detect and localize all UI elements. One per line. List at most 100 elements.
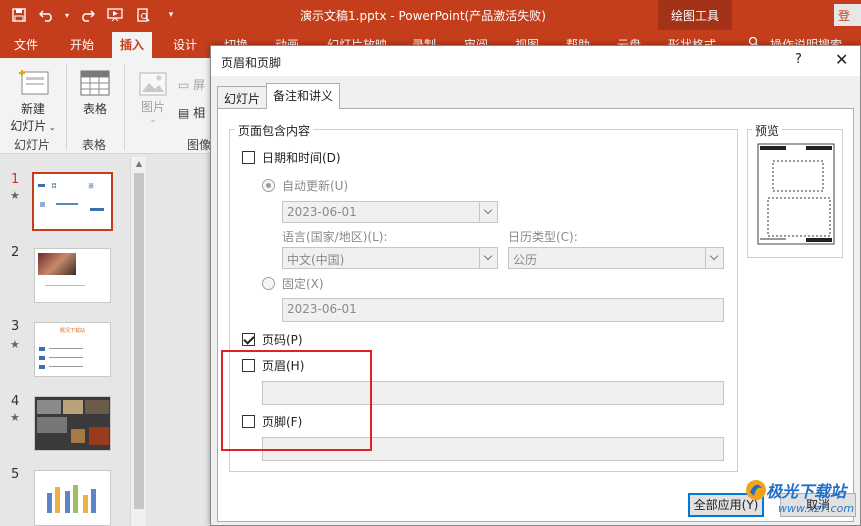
preview-box — [747, 129, 843, 258]
include-on-page-label: 页面包含内容 — [235, 122, 314, 139]
scroll-up-icon[interactable]: ▲ — [131, 157, 147, 171]
chevron-down-icon — [479, 202, 497, 222]
slide-thumbnail-5[interactable] — [34, 470, 111, 526]
slide1-title-left: 目 — [51, 183, 58, 190]
close-icon[interactable]: ✕ — [835, 50, 848, 69]
tab-insert[interactable]: 插入 — [112, 32, 153, 58]
group-label-table: 表格 — [82, 138, 107, 152]
title-bar: ▾ ▾ 演示文稿1.pptx - PowerPoint(产品激活失败) 绘图工具… — [0, 0, 861, 30]
table-button[interactable]: 表格 — [72, 62, 118, 117]
slide3-bullet — [39, 347, 45, 351]
watermark-logo-icon — [746, 480, 766, 500]
login-button[interactable]: 登 — [834, 4, 861, 26]
chevron-down-icon — [479, 248, 497, 268]
slide2-text-line — [45, 285, 85, 286]
slide-thumbnail-3[interactable]: 概况下载站 — [34, 322, 111, 377]
save-icon[interactable] — [6, 4, 32, 26]
slide4-photo — [37, 417, 67, 433]
site-watermark: 极光下载站 www.xz7.com — [744, 474, 861, 526]
slide3-bullet — [39, 365, 45, 369]
fixed-date-radio[interactable] — [262, 277, 275, 290]
slide5-chart-bar — [65, 491, 70, 513]
screenshot-label: 屏 — [193, 78, 206, 92]
calendar-type-label: 日历类型(C): — [508, 230, 578, 244]
slide-thumbnail-4[interactable] — [34, 396, 111, 451]
tab-design[interactable]: 设计 — [173, 36, 197, 53]
table-icon — [80, 70, 110, 96]
slide-thumbnail-1[interactable]: 目 录 — [32, 172, 113, 231]
slide-number-4: 4 — [11, 394, 20, 409]
preview-page-icon — [757, 143, 835, 245]
print-preview-icon[interactable] — [130, 4, 156, 26]
photo-album-icon: ▤ — [178, 106, 190, 120]
start-slideshow-icon[interactable] — [102, 4, 128, 26]
new-slide-button[interactable]: 新建 幻灯片 ⌄ — [6, 62, 60, 134]
slide2-photo — [38, 253, 76, 275]
slide3-text-line — [49, 348, 83, 349]
page-number-checkbox[interactable] — [242, 333, 255, 346]
slide3-text-line — [49, 357, 83, 358]
slide-number-2: 2 — [11, 245, 20, 260]
watermark-brand: 极光下载站 — [766, 482, 847, 501]
picture-label: 图片 — [140, 100, 165, 114]
fixed-date-label[interactable]: 固定(X) — [282, 275, 324, 292]
language-select[interactable]: 中文(中国) — [282, 247, 498, 269]
new-slide-icon — [16, 68, 50, 96]
preview-label: 预览 — [752, 122, 783, 139]
slide3-title: 概况下载站 — [60, 328, 86, 334]
date-time-checkbox[interactable] — [242, 151, 255, 164]
thumbnail-scrollbar[interactable]: ▲ — [130, 157, 146, 526]
fixed-date-input[interactable]: 2023-06-01 — [282, 298, 724, 322]
ribbon-separator — [66, 64, 67, 150]
slide-transition-star-icon: ★ — [10, 338, 20, 351]
slide5-chart-bar — [91, 489, 96, 513]
dialog-title-bar: 页眉和页脚 ? ✕ — [211, 46, 860, 76]
tab-notes-handouts[interactable]: 备注和讲义 — [266, 83, 341, 109]
picture-button[interactable]: 图片 ⌄ — [130, 62, 176, 124]
slide4-photo — [89, 427, 109, 445]
slide4-photo — [71, 429, 85, 443]
slide1-decoration — [40, 202, 45, 207]
slide3-text-line — [49, 366, 83, 367]
slide-thumbnail-2[interactable] — [34, 248, 111, 303]
scrollbar-thumb[interactable] — [134, 173, 144, 509]
slide4-photo — [37, 400, 61, 414]
tab-home[interactable]: 开始 — [70, 36, 94, 53]
slide-transition-star-icon: ★ — [10, 411, 20, 424]
slide-number-1: 1 — [11, 172, 20, 187]
new-slide-label-2: 幻灯片 ⌄ — [6, 117, 60, 134]
redo-icon[interactable] — [74, 4, 100, 26]
fixed-date-value: 2023-06-01 — [287, 302, 357, 316]
group-label-images: 图像 — [187, 138, 212, 152]
slide1-title-right: 录 — [88, 183, 95, 190]
slide3-bullet — [39, 356, 45, 360]
undo-icon[interactable] — [34, 4, 60, 26]
page-number-label[interactable]: 页码(P) — [262, 331, 303, 348]
highlight-box — [221, 350, 372, 451]
help-icon[interactable]: ? — [795, 52, 802, 67]
auto-update-label[interactable]: 自动更新(U) — [282, 177, 348, 194]
screenshot-button[interactable]: ▭ 屏 — [178, 76, 205, 93]
slide5-chart-bar — [73, 485, 78, 513]
auto-date-select[interactable]: 2023-06-01 — [282, 201, 498, 223]
calendar-type-select[interactable]: 公历 — [508, 247, 724, 269]
photo-album-button[interactable]: ▤ 相 — [178, 104, 205, 121]
auto-update-radio[interactable] — [262, 179, 275, 192]
picture-icon — [139, 72, 167, 96]
calendar-type-value: 公历 — [513, 253, 538, 267]
slide4-photo — [85, 400, 109, 414]
tab-slide[interactable]: 幻灯片 — [217, 86, 268, 108]
slide-number-5: 5 — [11, 467, 20, 482]
slide-transition-star-icon: ★ — [10, 189, 20, 202]
date-time-label[interactable]: 日期和时间(D) — [262, 149, 341, 166]
new-slide-label-1: 新建 — [20, 102, 45, 116]
slide1-decoration — [56, 203, 78, 205]
document-title: 演示文稿1.pptx - PowerPoint(产品激活失败) — [300, 9, 546, 23]
new-slide-dropdown-icon: ⌄ — [46, 123, 56, 132]
tab-file[interactable]: 文件 — [14, 36, 38, 53]
slide4-photo — [63, 400, 83, 414]
undo-dropdown-icon[interactable]: ▾ — [62, 4, 72, 26]
customize-qat-icon[interactable]: ▾ — [158, 4, 184, 26]
picture-dropdown-icon: ⌄ — [149, 115, 157, 124]
photo-album-label: 相 — [193, 106, 206, 120]
